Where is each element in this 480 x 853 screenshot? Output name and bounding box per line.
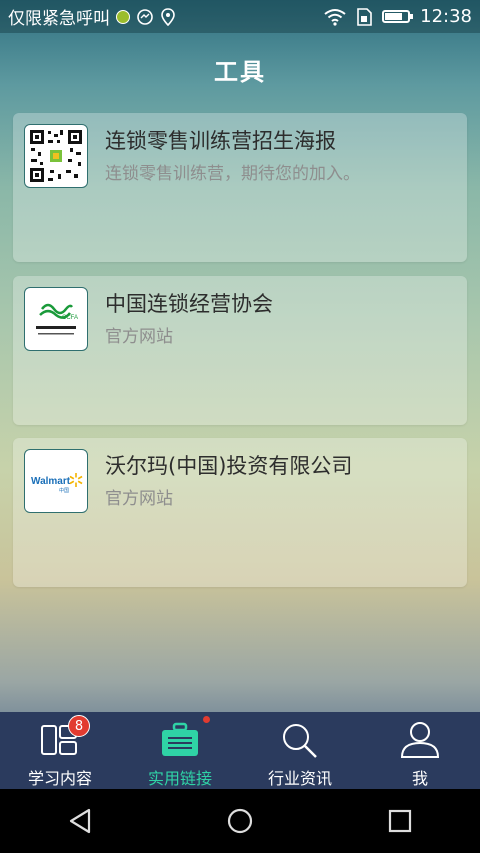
- tab-label: 行业资讯: [267, 769, 332, 788]
- system-nav-bar: [0, 789, 480, 853]
- tab-industry-news[interactable]: 行业资讯: [240, 712, 360, 789]
- ccfa-logo: CCFA: [24, 287, 88, 351]
- card-subtitle: 官方网站: [105, 489, 173, 509]
- home-button[interactable]: [215, 796, 265, 846]
- briefcase-icon: [158, 720, 202, 759]
- card-title: 连锁零售训练营招生海报: [105, 129, 336, 153]
- search-icon: [278, 720, 322, 759]
- card-title: 沃尔玛(中国)投资有限公司: [105, 454, 353, 478]
- card-subtitle: 连锁零售训练营，期待您的加入。: [105, 164, 360, 184]
- user-icon: [398, 720, 442, 759]
- location-icon: [161, 7, 175, 26]
- card-title: 中国连锁经营协会: [105, 292, 273, 316]
- card-ccfa[interactable]: CCFA 中国连锁经营协会 官方网站: [13, 276, 467, 425]
- page-title: 工具: [214, 58, 266, 86]
- home-circle-icon: [227, 808, 253, 834]
- sim-card-icon: [357, 7, 372, 26]
- walmart-logo: Walmart 中国: [24, 449, 88, 513]
- tab-label: 实用链接: [147, 769, 212, 788]
- clock: 12:38: [420, 6, 472, 27]
- tab-label: 学习内容: [27, 769, 92, 788]
- recents-button[interactable]: [375, 796, 425, 846]
- tab-learning-content[interactable]: 8 学习内容: [0, 712, 120, 789]
- new-indicator-dot: [203, 716, 210, 723]
- tab-label: 我: [411, 769, 428, 788]
- messenger-icon: [137, 8, 153, 25]
- back-triangle-icon: [69, 808, 91, 834]
- wifi-icon: [324, 8, 346, 26]
- tab-me[interactable]: 我: [360, 712, 480, 789]
- battery-icon: [382, 10, 414, 23]
- notification-badge: 8: [68, 715, 90, 737]
- status-bar: 仅限紧急呼叫 12:38: [0, 0, 480, 33]
- svg-text:中国: 中国: [59, 487, 69, 494]
- carrier-badge-icon: [116, 9, 130, 24]
- card-walmart[interactable]: Walmart 中国 沃尔玛(中国)投资有限公司 官方网站: [13, 438, 467, 587]
- svg-text:Walmart: Walmart: [31, 476, 71, 487]
- svg-text:CCFA: CCFA: [62, 315, 78, 321]
- back-button[interactable]: [55, 796, 105, 846]
- carrier-text: 仅限紧急呼叫: [8, 9, 110, 29]
- qr-code-icon: [24, 124, 88, 188]
- card-training-poster[interactable]: 连锁零售训练营招生海报 连锁零售训练营，期待您的加入。: [13, 113, 467, 262]
- card-subtitle: 官方网站: [105, 327, 173, 347]
- bottom-tab-bar: 8 学习内容 实用链接 行业资讯 我: [0, 712, 480, 789]
- recents-square-icon: [388, 809, 412, 833]
- tab-useful-links[interactable]: 实用链接: [120, 712, 240, 789]
